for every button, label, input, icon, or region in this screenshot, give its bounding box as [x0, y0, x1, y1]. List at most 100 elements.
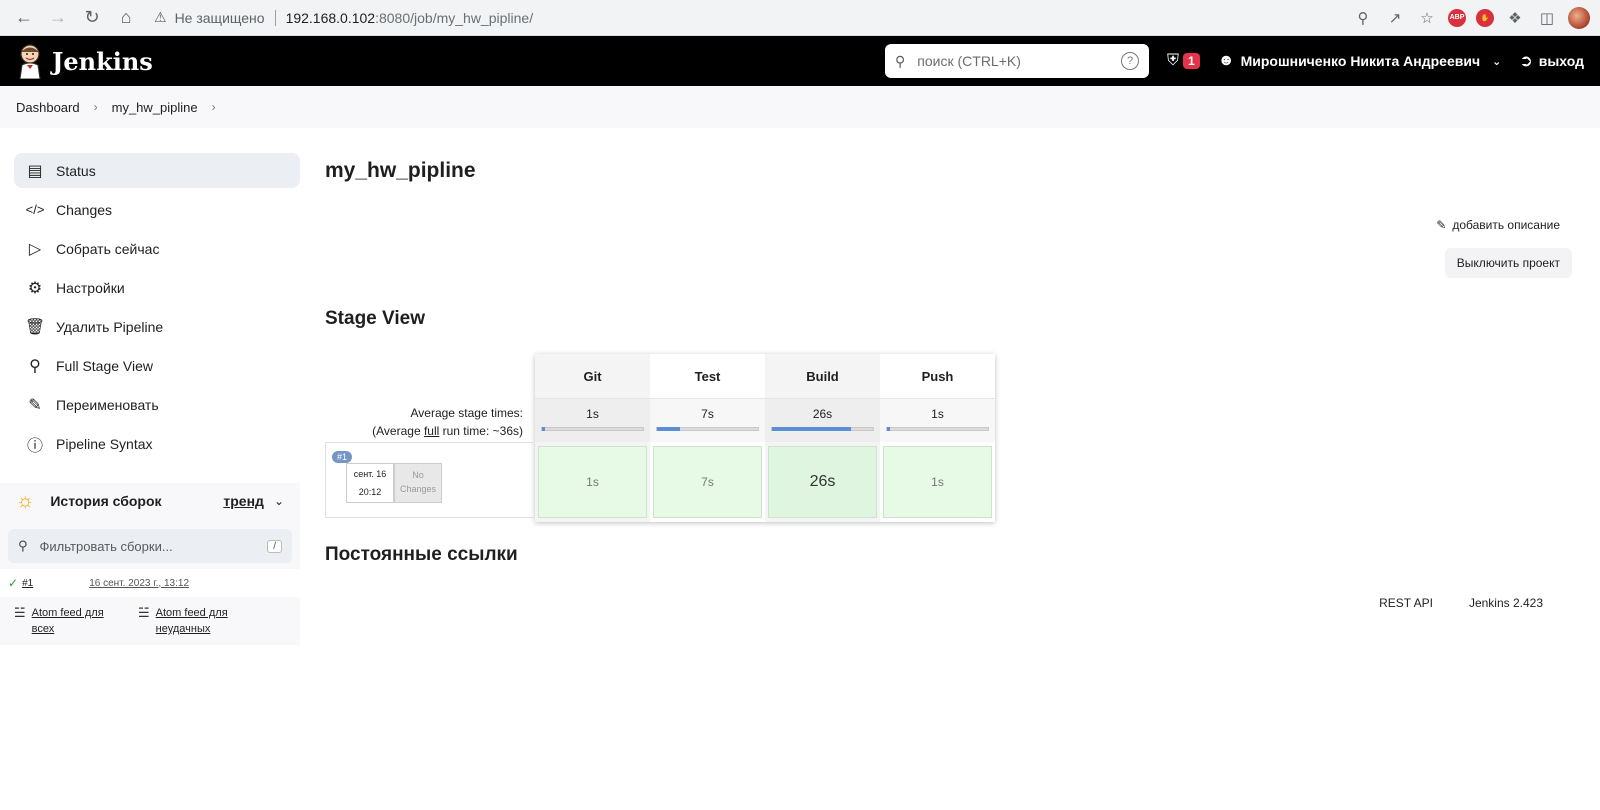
chevron-right-icon[interactable]: › [94, 100, 98, 114]
warning-icon: ⚠ [154, 9, 167, 25]
pencil-icon: ✎ [28, 396, 42, 414]
stage-avg-bar-fill [772, 427, 851, 431]
shortcut-hint: / [267, 539, 282, 553]
logout-label: выход [1538, 53, 1584, 69]
stage-cell[interactable]: 26s [768, 446, 877, 518]
trend-link[interactable]: тренд [223, 493, 264, 509]
play-icon: ▷ [28, 240, 42, 258]
url-host: 192.168.0.102 [285, 9, 376, 26]
gear-icon: ⚙ [27, 279, 43, 297]
extension-red-icon[interactable]: ✋ [1476, 8, 1494, 27]
sidebar-item-build-now[interactable]: ▷ Собрать сейчас [14, 231, 300, 266]
jenkins-version[interactable]: Jenkins 2.423 [1469, 596, 1543, 610]
run-date: сент. 16 20:12 [346, 463, 394, 503]
search-placeholder: поиск (CTRL+K) [917, 53, 1021, 69]
feed-all[interactable]: ☱ Atom feed для всех [14, 605, 124, 637]
stage-cell[interactable]: 1s [538, 446, 647, 518]
stage-view-title: Stage View [325, 308, 425, 329]
browser-toolbar: ← → ↻ ⌂ ⚠ Не защищено 192.168.0.102 :808… [0, 0, 1600, 36]
share-icon[interactable]: ↗ [1384, 7, 1406, 29]
add-description-label: добавить описание [1452, 218, 1560, 232]
run-row-header[interactable]: #1 сент. 16 20:12 No Changes [325, 442, 533, 518]
search-icon: ⚲ [29, 357, 41, 375]
feeds: ☱ Atom feed для всех ☱ Atom feed для неуда… [0, 597, 300, 637]
pencil-icon: ✎ [1436, 218, 1447, 232]
build-filter-input[interactable]: ⚲ Фильтровать сборки... / [8, 529, 292, 563]
sidebar-item-full-stage-view[interactable]: ⚲ Full Stage View [14, 348, 300, 383]
average-times-label: Average stage times: (Average full run t… [325, 404, 523, 440]
help-icon[interactable]: ? [1121, 52, 1140, 70]
profile-avatar[interactable] [1568, 6, 1590, 29]
sidebar-item-rename[interactable]: ✎ Переименовать [14, 387, 300, 422]
stage-avg-bar-fill [657, 427, 681, 431]
user-icon: ☻ [1217, 52, 1235, 69]
avg-run-time-text: (Average full run time: ~36s) [372, 424, 523, 438]
feed-all-link[interactable]: Atom feed для всех [32, 605, 104, 637]
alert-count-badge: 1 [1183, 53, 1200, 69]
breadcrumb: Dashboard › my_hw_pipline › [0, 86, 1600, 128]
stage-cell[interactable]: 1s [883, 446, 992, 518]
sidebar-item-label: Удалить Pipeline [56, 318, 164, 335]
stage-avg: 1s [880, 398, 995, 442]
home-icon[interactable]: ⌂ [112, 4, 140, 32]
build-row[interactable]: ✓ #1 16 сент. 2023 г., 13:12 [0, 569, 300, 597]
sidebar-item-label: Changes [56, 201, 113, 218]
sidebar-item-settings[interactable]: ⚙ Настройки [14, 270, 300, 305]
reload-icon[interactable]: ↻ [78, 4, 106, 32]
sidepanel-icon[interactable]: ◫ [1536, 7, 1558, 29]
sidebar-item-changes[interactable]: </> Changes [14, 192, 300, 227]
stage-avg-bar [541, 427, 644, 431]
run-changes[interactable]: No Changes [394, 463, 442, 503]
back-icon[interactable]: ← [10, 4, 38, 32]
sidebar-item-delete[interactable]: 🗑 Удалить Pipeline [14, 309, 300, 344]
search-input[interactable]: ⚲ поиск (CTRL+K) ? [885, 44, 1150, 78]
rss-icon: ☱ [14, 605, 26, 620]
chevron-right-icon[interactable]: › [212, 100, 216, 114]
stage-column-push: Push 1s 1s [880, 354, 995, 522]
stage-name: Build [806, 368, 839, 384]
forward-icon[interactable]: → [44, 4, 72, 32]
sidebar-item-status[interactable]: ▤ Status [14, 153, 300, 188]
page-title: my_hw_pipline [325, 159, 476, 182]
stage-avg-bar [771, 427, 874, 431]
rest-api-link[interactable]: REST API [1379, 596, 1433, 610]
breadcrumb-dashboard[interactable]: Dashboard [16, 100, 80, 115]
permalinks-title: Постоянные ссылки [325, 544, 518, 565]
success-icon: ✓ [8, 576, 19, 590]
omnibox-separator [274, 9, 276, 26]
adblock-extension-icon[interactable]: ABP [1448, 8, 1466, 27]
jenkins-logo[interactable]: Jenkins [16, 43, 153, 79]
build-history-panel: ☼ История сборок тренд ⌄ ⚲ Фильтровать с… [0, 483, 300, 645]
stage-avg-bar [886, 427, 989, 431]
breadcrumb-job[interactable]: my_hw_pipline [112, 100, 198, 115]
disable-project-button[interactable]: Выключить проект [1444, 248, 1572, 278]
user-menu[interactable]: ☻ Мирошниченко Никита Андреевич ⌄ [1218, 52, 1502, 70]
build-number-link[interactable]: #1 [22, 578, 33, 589]
sidebar-item-pipeline-syntax[interactable]: ⓘ Pipeline Syntax [14, 426, 300, 461]
feed-failed-link[interactable]: Atom feed для неудачных [156, 605, 228, 637]
sidebar-item-label: Full Stage View [56, 357, 154, 374]
feed-failed[interactable]: ☱ Atom feed для неудачных [138, 605, 248, 637]
security-alert[interactable]: ⛨ 1 [1167, 52, 1200, 70]
sun-icon: ☼ [16, 489, 35, 512]
sidebar: ▤ Status </> Changes ▷ Собрать сейчас ⚙ … [0, 128, 300, 645]
puzzle-icon[interactable]: ❖ [1504, 7, 1526, 29]
logout-button[interactable]: ➲ выход [1519, 51, 1584, 71]
stage-view: Average stage times: (Average full run t… [325, 354, 1600, 524]
main-panel: my_hw_pipline ✎ добавить описание Выключ… [300, 128, 1600, 645]
build-date-link[interactable]: 16 сент. 2023 г., 13:12 [89, 578, 189, 589]
stage-name: Push [921, 368, 954, 384]
jenkins-header: Jenkins ⚲ поиск (CTRL+K) ? ⛨ 1 ☻ Мирошни… [0, 36, 1600, 86]
chevron-down-icon[interactable]: ⌄ [274, 494, 284, 508]
stage-avg-bar-fill [542, 427, 546, 431]
star-icon[interactable]: ☆ [1416, 7, 1438, 29]
url-path: :8080/job/my_hw_pipline/ [375, 9, 534, 26]
add-description-link[interactable]: ✎ добавить описание [1436, 218, 1560, 232]
stage-column-git: Git 1s 1s [535, 354, 650, 522]
zoom-icon[interactable]: ⚲ [1352, 7, 1374, 29]
stage-cell[interactable]: 7s [653, 446, 762, 518]
sidebar-item-label: Переименовать [56, 396, 159, 413]
run-badge[interactable]: #1 [332, 451, 353, 463]
address-bar[interactable]: ⚠ Не защищено 192.168.0.102 :8080/job/my… [154, 4, 1352, 32]
insecure-label: Не защищено [174, 9, 265, 26]
